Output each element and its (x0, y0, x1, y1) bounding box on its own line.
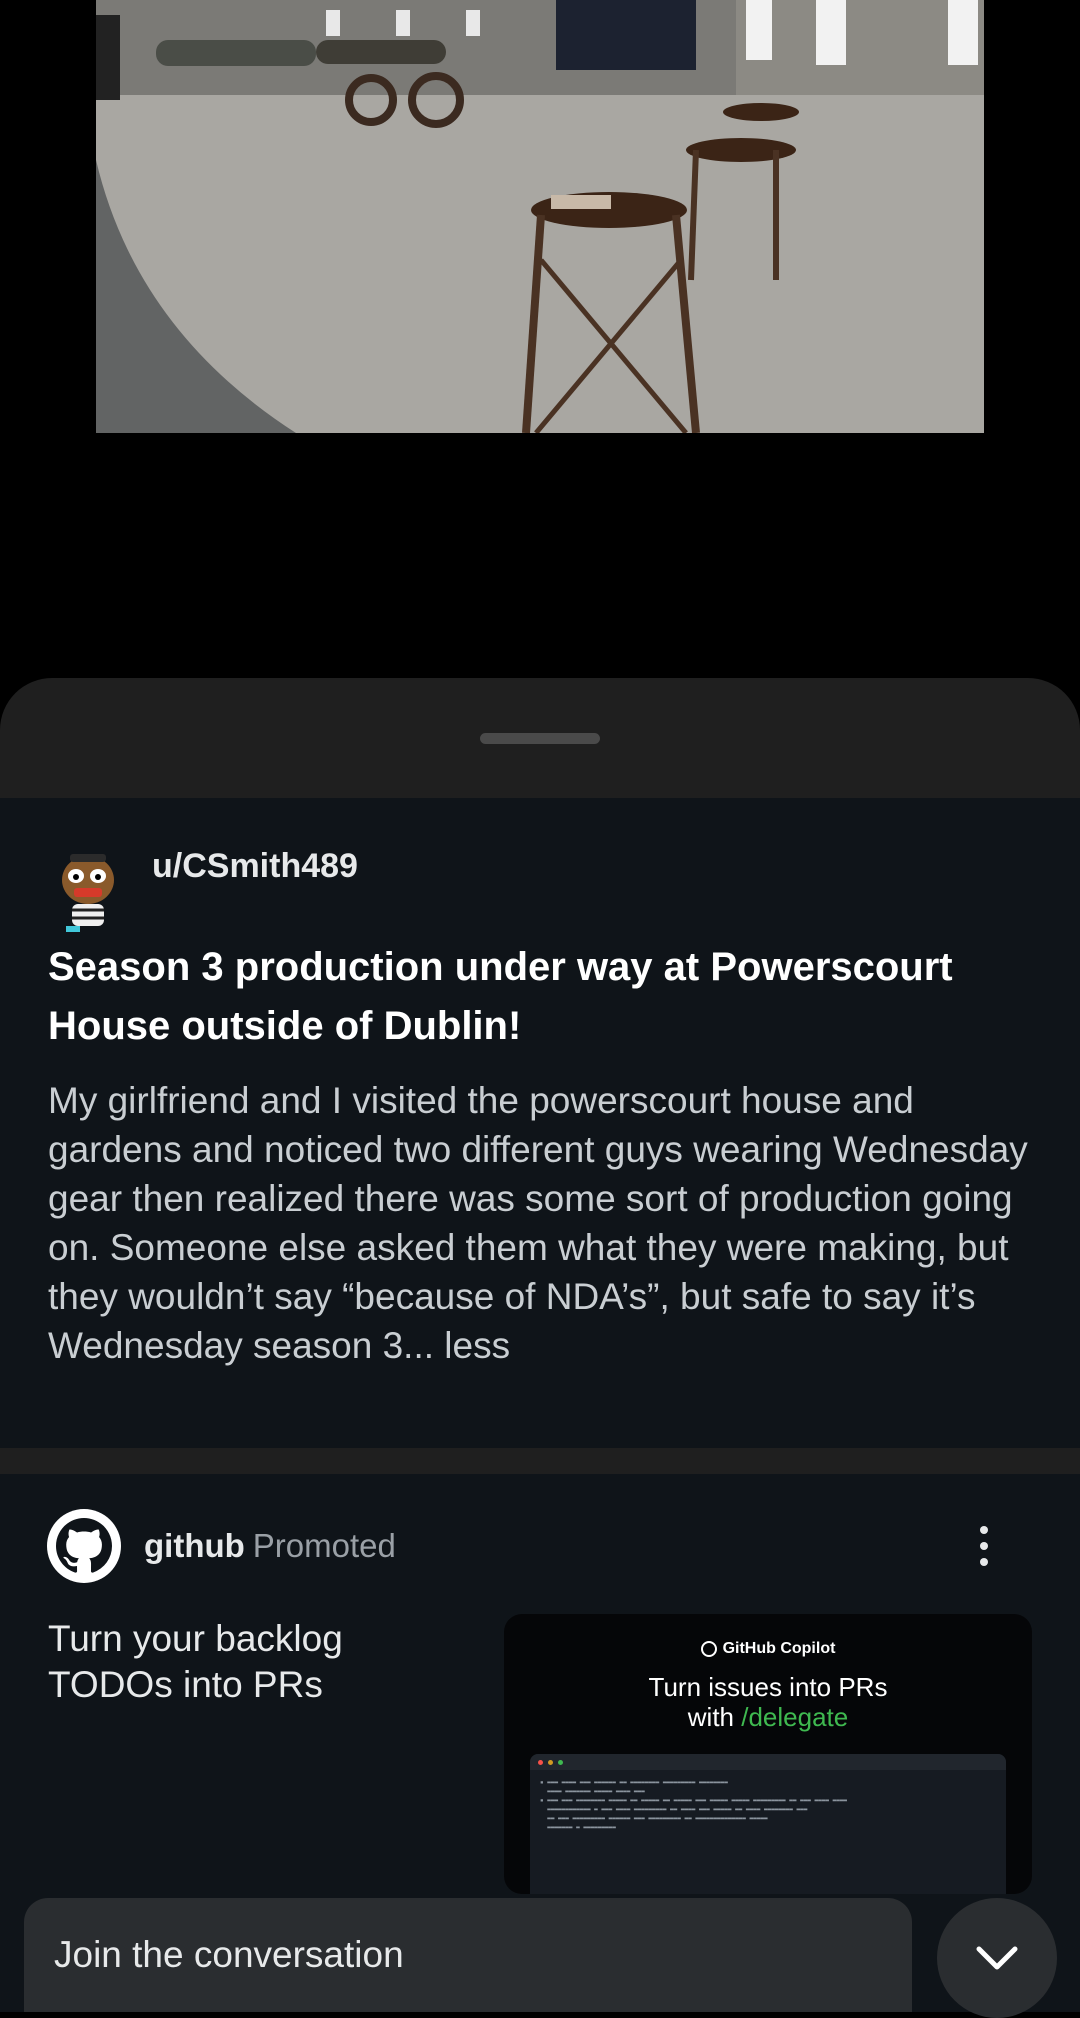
post-body: My girlfriend and I visited the powersco… (48, 1076, 1048, 1370)
more-vertical-icon[interactable] (966, 1516, 1002, 1576)
snoo-avatar-icon (62, 854, 114, 932)
post-body-text: My girlfriend and I visited the powersco… (48, 1080, 1028, 1366)
terminal-preview: ▪ ▬▬▬ ▬▬▬▬ ▬▬▬ ▬▬▬▬▬▬ ▬▬ ▬▬▬▬▬▬▬▬ ▬▬▬▬▬▬… (530, 1754, 1006, 1894)
less-link[interactable]: less (444, 1325, 510, 1366)
ad-author[interactable]: github Promoted (144, 1524, 396, 1568)
github-small-icon (700, 1641, 717, 1657)
copilot-brand: GitHub Copilot (504, 1640, 1032, 1658)
ad-account-name: github (144, 1527, 245, 1564)
promoted-label: Promoted (252, 1527, 396, 1564)
comments-sheet: u/CSmith489 Season 3 production under wa… (0, 678, 1080, 2012)
collapse-sheet-button[interactable] (937, 1898, 1057, 2018)
ad-headline: Turn your backlog TODOs into PRs (48, 1618, 343, 1705)
ad-image[interactable]: GitHub Copilot Turn issues into PRs with… (504, 1614, 1032, 1894)
join-conversation-input[interactable]: Join the conversation (24, 1898, 912, 2012)
join-conversation-placeholder: Join the conversation (54, 1934, 404, 1975)
courtyard-photo (96, 0, 984, 433)
post-username[interactable]: u/CSmith489 (152, 844, 358, 888)
github-logo-icon[interactable] (47, 1509, 121, 1583)
post-image[interactable] (96, 0, 984, 433)
github-mark-icon (56, 1518, 112, 1573)
sheet-drag-handle[interactable] (480, 733, 600, 744)
user-avatar[interactable] (56, 846, 120, 934)
ad-card-title-line1: Turn issues into PRs (648, 1672, 888, 1702)
copilot-brand-label: GitHub Copilot (722, 1640, 836, 1657)
ad-card-title: Turn issues into PRs with /delegate (504, 1672, 1032, 1732)
post-title: Season 3 production under way at Powersc… (48, 945, 953, 1048)
chevron-down-icon (976, 1946, 1018, 1970)
ad-card-title-with: with (687, 1702, 742, 1732)
ad-card-command: /delegate (741, 1702, 849, 1732)
post-details: u/CSmith489 Season 3 production under wa… (0, 798, 1080, 1448)
